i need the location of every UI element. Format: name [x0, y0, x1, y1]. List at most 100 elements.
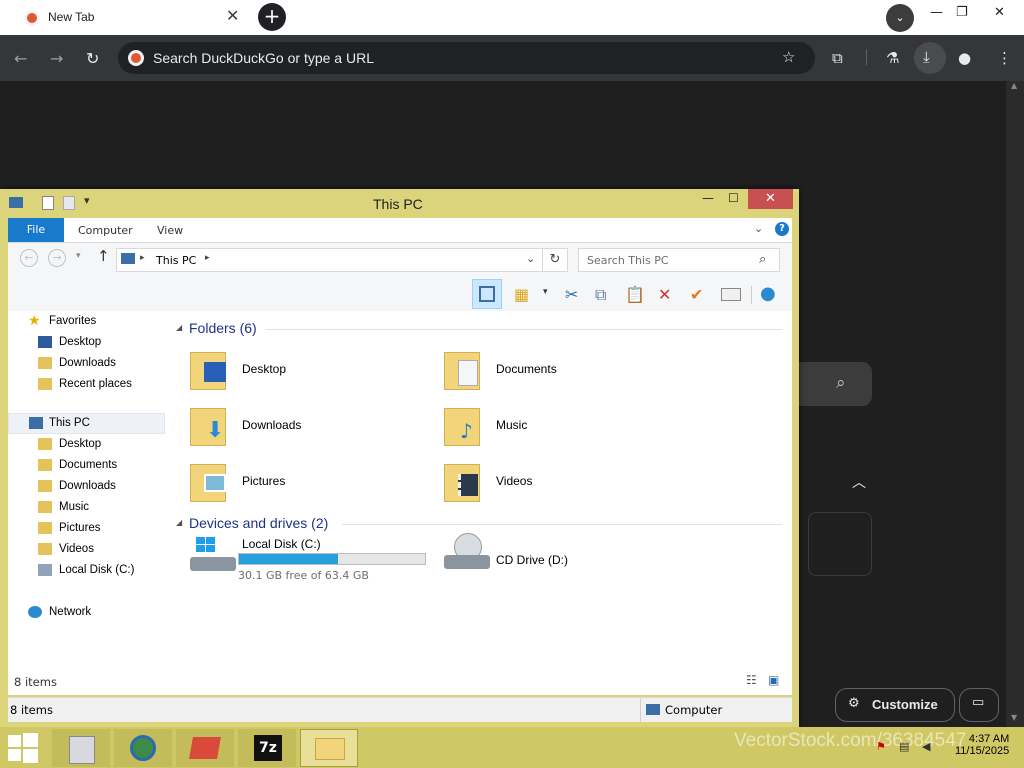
explorer-window: ▾ This PC — ☐ ✕ File Computer View ⌄ ? ←… — [0, 189, 799, 727]
explorer-maximize-icon[interactable]: ☐ — [728, 191, 739, 205]
scroll-down-icon[interactable]: ▼ — [1011, 713, 1017, 722]
folder-downloads[interactable]: ⬇ Downloads — [180, 402, 410, 458]
help-icon[interactable]: ? — [775, 222, 789, 236]
chevron-up-icon[interactable]: ︿ — [852, 472, 866, 492]
action-center-flag-icon[interactable]: ⚑ — [876, 740, 886, 753]
taskbar-app-7zip[interactable]: 7z — [238, 729, 296, 767]
breadcrumb-separator-icon[interactable]: ▸ — [140, 253, 145, 263]
breadcrumb-separator-icon[interactable]: ▸ — [205, 253, 210, 263]
taskbar-app-browser[interactable] — [114, 729, 172, 767]
folder-videos[interactable]: Videos — [434, 458, 664, 514]
feedback-button[interactable]: ▭ — [959, 688, 999, 722]
nav-network[interactable]: Network — [8, 602, 168, 623]
nav-fav-recent[interactable]: Recent places — [8, 374, 168, 395]
profile-avatar-icon[interactable]: ● — [958, 49, 971, 67]
tab-search-button[interactable]: ⌄ — [886, 4, 914, 32]
folder-pictures[interactable]: Pictures — [180, 458, 410, 514]
drive-cd[interactable]: CD Drive (D:) — [434, 533, 664, 589]
copy-icon[interactable]: ⧉ — [595, 285, 606, 305]
system-clock[interactable]: 4:37 AM 11/15/2025 — [955, 733, 1009, 757]
drive-free-space: 30.1 GB free of 63.4 GB — [238, 569, 369, 582]
collapse-group-icon[interactable]: ◢ — [176, 518, 182, 527]
explorer-forward-icon[interactable]: → — [48, 249, 66, 267]
reload-icon[interactable]: ↻ — [86, 49, 99, 68]
collapse-group-icon[interactable]: ◢ — [176, 323, 182, 332]
details-view-icon[interactable]: ☷ — [746, 673, 757, 687]
refresh-icon[interactable]: ↻ — [542, 248, 568, 272]
folder-desktop[interactable]: Desktop — [180, 346, 410, 402]
extensions-icon[interactable]: ⧉ — [832, 49, 843, 67]
nav-pc-music[interactable]: Music — [8, 497, 168, 518]
scroll-up-icon[interactable]: ▲ — [1011, 81, 1017, 90]
organize-icon[interactable]: ▦ — [514, 285, 529, 304]
network-tray-icon[interactable]: ▤ — [899, 740, 909, 753]
large-icons-view-icon[interactable]: ▣ — [768, 673, 779, 687]
address-bar[interactable]: Search DuckDuckGo or type a URL ☆ — [118, 42, 815, 74]
cut-icon[interactable]: ✂ — [565, 285, 578, 304]
nav-fav-desktop[interactable]: Desktop — [8, 332, 168, 353]
delete-icon[interactable]: ✕ — [658, 285, 671, 304]
customize-button[interactable]: ⚙ Customize — [835, 688, 955, 722]
tab-file[interactable]: File — [8, 218, 64, 242]
tab-new-tab[interactable] — [10, 2, 250, 33]
new-tab-button[interactable]: + — [258, 3, 286, 31]
downloads-button[interactable]: ⤓ — [914, 42, 946, 74]
volume-muted-icon[interactable]: ◀ — [922, 740, 930, 753]
taskbar-app-files[interactable] — [52, 729, 110, 767]
drive-local-disk[interactable]: Local Disk (C:) 30.1 GB free of 63.4 GB — [180, 533, 430, 589]
folder-label: Videos — [496, 474, 533, 488]
explorer-minimize-icon[interactable]: — — [702, 191, 714, 205]
organize-dropdown-icon[interactable]: ▾ — [543, 287, 548, 297]
explorer-search-input[interactable]: Search This PC ⌕ — [578, 248, 780, 272]
devices-group-header[interactable]: Devices and drives (2) — [189, 515, 328, 531]
expand-ribbon-icon[interactable]: ⌄ — [754, 222, 763, 235]
paste-icon[interactable]: 📋 — [625, 285, 645, 304]
close-window-icon[interactable]: ✕ — [994, 5, 1005, 20]
folder-music[interactable]: ♪ Music — [434, 402, 664, 458]
labs-flask-icon[interactable]: ⚗ — [886, 49, 899, 67]
start-windows-icon[interactable] — [8, 733, 38, 763]
minimize-icon[interactable]: — — [930, 5, 943, 20]
nav-this-pc[interactable]: This PC — [8, 413, 165, 434]
taskbar-app-explorer[interactable] — [300, 729, 358, 767]
explorer-back-icon[interactable]: ← — [20, 249, 38, 267]
nav-pc-videos[interactable]: Videos — [8, 539, 168, 560]
recent-locations-icon[interactable]: ▾ — [76, 251, 81, 261]
nav-fav-downloads[interactable]: Downloads — [8, 353, 168, 374]
address-box[interactable]: ▸ This PC ▸ ⌄ — [116, 248, 544, 272]
nav-favorites[interactable]: ★ Favorites — [8, 311, 168, 332]
nav-pc-pictures[interactable]: Pictures — [8, 518, 168, 539]
ntp-search-box[interactable]: ⌕ — [790, 362, 872, 406]
nav-pc-desktop[interactable]: Desktop — [8, 434, 168, 455]
search-icon[interactable]: ⌕ — [836, 373, 846, 393]
tab-view[interactable]: View — [157, 224, 183, 237]
quick-access-dropdown-icon[interactable]: ▾ — [84, 194, 90, 207]
restore-icon[interactable]: ❐ — [956, 5, 968, 20]
folders-group-header[interactable]: Folders (6) — [189, 320, 257, 336]
scrollbar[interactable]: ▲ ▼ — [1006, 81, 1024, 728]
folder-documents[interactable]: Documents — [434, 346, 664, 402]
nav-pc-documents[interactable]: Documents — [8, 455, 168, 476]
address-dropdown-icon[interactable]: ⌄ — [526, 252, 535, 265]
properties-panel-icon[interactable] — [721, 288, 741, 301]
rename-check-icon[interactable]: ✔ — [690, 285, 703, 304]
shortcut-tile[interactable] — [808, 512, 872, 576]
breadcrumb-this-pc[interactable]: This PC — [156, 254, 196, 267]
back-icon[interactable]: ← — [14, 49, 27, 68]
properties-icon[interactable] — [42, 196, 54, 210]
explorer-close-button[interactable]: ✕ — [748, 189, 793, 209]
tab-close-icon[interactable]: ✕ — [226, 8, 239, 24]
desktop-icon — [38, 336, 52, 348]
network-globe-icon[interactable]: ● — [760, 283, 776, 304]
menu-kebab-icon[interactable]: ⋮ — [997, 49, 1012, 67]
new-folder-icon[interactable] — [63, 196, 75, 210]
preview-pane-button[interactable] — [472, 279, 502, 309]
taskbar-app-red[interactable] — [176, 729, 234, 767]
forward-icon[interactable]: → — [50, 49, 63, 68]
up-arrow-icon[interactable]: ↑ — [97, 247, 110, 265]
chat-bubble-icon: ▭ — [972, 695, 985, 710]
bookmark-star-icon[interactable]: ☆ — [782, 48, 795, 66]
nav-pc-downloads[interactable]: Downloads — [8, 476, 168, 497]
nav-pc-local-disk[interactable]: Local Disk (C:) — [8, 560, 168, 581]
tab-computer[interactable]: Computer — [78, 224, 133, 237]
